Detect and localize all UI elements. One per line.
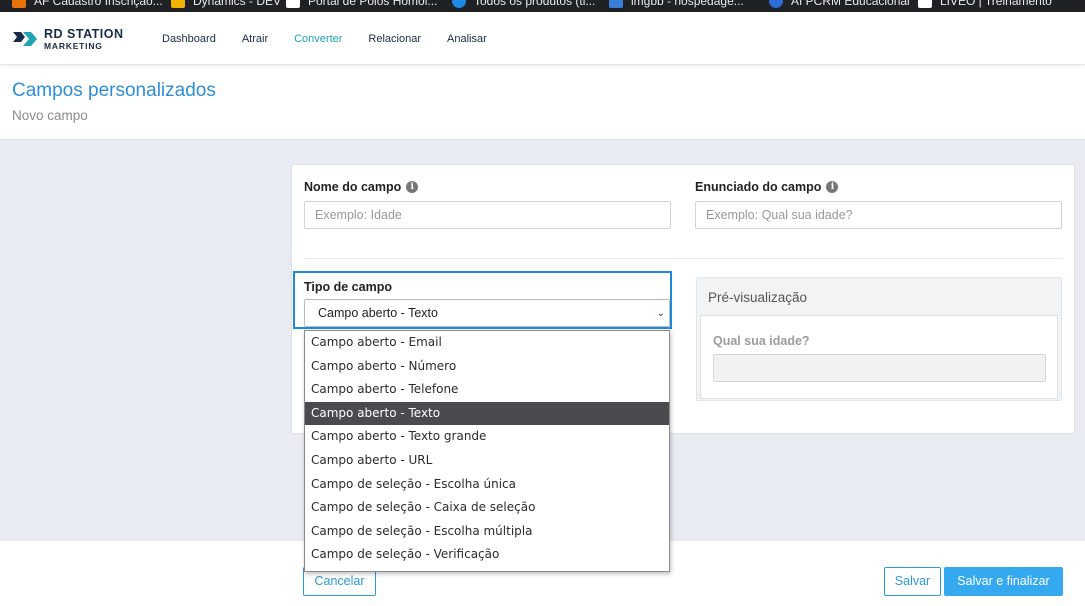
save-and-finish-button[interactable]: Salvar e finalizar — [944, 567, 1063, 596]
dropdown-option[interactable]: Campo aberto - Número — [305, 355, 669, 379]
preview-input — [713, 354, 1046, 382]
info-icon[interactable]: i — [406, 181, 419, 193]
imgbb-icon — [609, 0, 623, 8]
dropdown-option-selected[interactable]: Campo aberto - Texto — [305, 401, 669, 426]
dropdown-option[interactable]: Campo aberto - URL — [305, 449, 669, 473]
nav-atrair[interactable]: Atrair — [242, 33, 268, 45]
nav-dashboard[interactable]: Dashboard — [162, 33, 216, 45]
main-nav: Dashboard Atrair Converter Relacionar An… — [162, 12, 513, 65]
bookmark-item[interactable]: AI PCRM Educacional — [769, 0, 910, 8]
field-type-dropdown: Campo aberto - Email Campo aberto - Núme… — [304, 330, 670, 572]
divider — [304, 258, 1062, 259]
bookmark-item[interactable]: AF Cadastro Inscrição... — [12, 0, 163, 8]
field-name-label: Nome do campo i — [304, 180, 419, 194]
chevron-down-icon: ⌄ — [656, 308, 665, 319]
orange-square-icon — [12, 0, 26, 8]
cloud-icon — [452, 0, 466, 8]
page-subtitle: Novo campo — [12, 108, 88, 123]
page-icon — [918, 0, 932, 8]
preview-box: Qual sua idade? — [700, 315, 1058, 399]
save-button[interactable]: Salvar — [884, 567, 941, 596]
person-icon — [769, 0, 783, 8]
dropdown-option[interactable]: Campo aberto - Email — [305, 331, 669, 355]
app-header: RD STATION MARKETING Dashboard Atrair Co… — [0, 12, 1085, 65]
field-statement-input[interactable]: Exemplo: Qual sua idade? — [695, 201, 1062, 229]
bookmark-item[interactable]: Dynamics - DEV — [171, 0, 281, 8]
rd-logo-icon — [13, 32, 37, 46]
nav-analisar[interactable]: Analisar — [447, 33, 487, 45]
preview-question: Qual sua idade? — [713, 334, 810, 348]
logo-text: RD STATION MARKETING — [44, 28, 124, 50]
page-title: Campos personalizados — [12, 80, 216, 101]
info-icon[interactable]: i — [826, 181, 839, 193]
dropdown-option[interactable]: Campo de seleção - Escolha única — [305, 473, 669, 497]
rd-station-logo[interactable]: RD STATION MARKETING — [12, 26, 124, 52]
bookmark-item[interactable]: imgbb - hospedage... — [609, 0, 744, 8]
bookmark-item[interactable]: Portal de Polos Homol... — [286, 0, 437, 8]
dropdown-option[interactable]: Campo aberto - Texto grande — [305, 425, 669, 449]
field-type-select[interactable]: Campo aberto - Texto ⌄ — [304, 299, 670, 327]
bookmark-item[interactable]: Todos os produtos (ti... — [452, 0, 595, 8]
logo-line-2: MARKETING — [44, 40, 103, 51]
windows-icon — [171, 0, 185, 8]
nav-relacionar[interactable]: Relacionar — [368, 33, 421, 45]
dropdown-option[interactable]: Campo aberto - Telefone — [305, 378, 669, 402]
dropdown-option[interactable]: Campo de seleção - Escolha múltipla — [305, 520, 669, 544]
dropdown-option[interactable]: Campo de seleção - Verificação — [305, 543, 669, 567]
field-type-value: Campo aberto - Texto — [318, 306, 438, 320]
bookmarks-bar: AF Cadastro Inscrição... Dynamics - DEV … — [0, 0, 1085, 12]
dropdown-option[interactable]: Campo de seleção - Caixa de seleção — [305, 496, 669, 520]
field-type-label: Tipo de campo — [304, 280, 392, 294]
page-icon — [286, 0, 300, 8]
logo-line-1: RD STATION — [44, 27, 124, 41]
field-name-input[interactable]: Exemplo: Idade — [304, 201, 671, 229]
preview-title: Pré-visualização — [708, 290, 808, 305]
preview-panel: Pré-visualização Qual sua idade? — [696, 277, 1062, 401]
nav-converter[interactable]: Converter — [294, 33, 342, 45]
bookmark-item[interactable]: LIVEO | Treinamento — [918, 0, 1052, 8]
field-statement-label: Enunciado do campo i — [695, 180, 839, 194]
